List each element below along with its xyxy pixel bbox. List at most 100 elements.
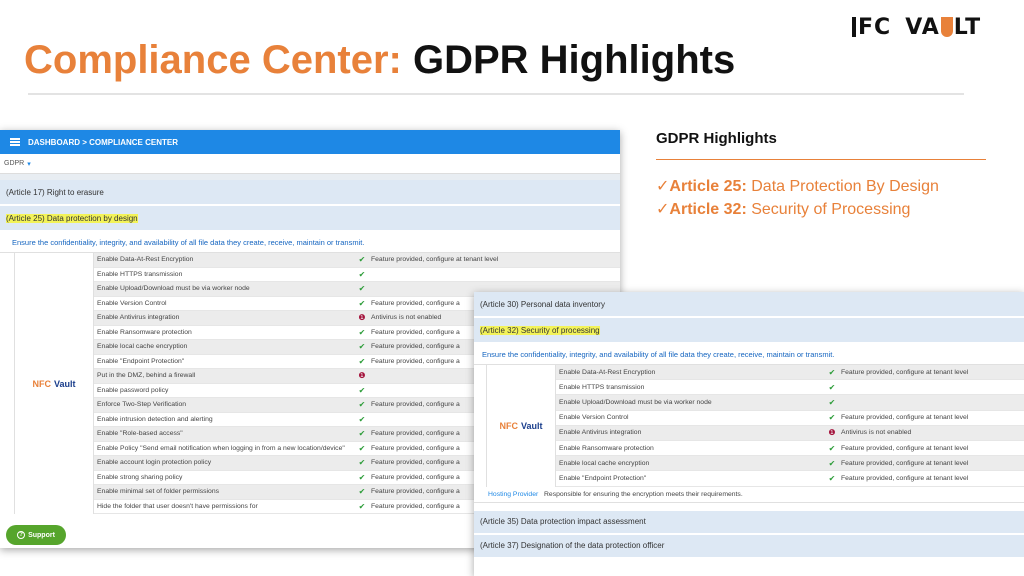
feature-name: Hide the folder that user doesn't have p… [97,502,258,510]
compliance-screenshot-article-32: (Article 30) Personal data inventory (Ar… [474,292,1024,576]
check-icon: ✔ [358,472,366,482]
highlights-panel: GDPR Highlights [656,130,986,147]
provider-text: Responsible for ensuring the encryption … [544,490,743,498]
check-icon: ✔ [828,367,836,377]
alert-icon: ❶ [358,371,366,381]
feature-name: Enable Version Control [97,299,167,307]
feature-name: Enable minimal set of folder permissions [97,488,220,496]
feature-note: Feature provided, configure a [371,430,460,438]
table-row: Enable Upload/Download must be via worke… [556,395,1024,411]
requirement-text: Ensure the confidentiality, integrity, a… [12,238,365,247]
check-icon: ✔ [828,382,836,392]
feature-note: Feature provided, configure a [371,502,460,510]
feature-name: Enable Antivirus integration [559,429,642,437]
feature-name: Put in the DMZ, behind a firewall [97,372,196,380]
support-button[interactable]: ? Support [6,525,66,545]
feature-note: Feature provided, configure a [371,444,460,452]
check-icon: ✔ [828,443,836,453]
feature-note: Feature provided, configure at tenant le… [371,256,499,264]
feature-name: Enable strong sharing policy [97,473,183,481]
check-icon: ✔ [358,269,366,279]
feature-name: Enable HTTPS transmission [97,270,183,278]
feature-name: Enable Upload/Download must be via worke… [97,285,250,293]
check-icon: ✔ [358,356,366,366]
table-row: Enable HTTPS transmission ✔ [94,268,620,282]
check-icon: ✔ [358,429,366,439]
feature-note: Feature provided, configure a [371,473,460,481]
feature-name: Enable HTTPS transmission [559,383,645,391]
feature-name: Enable Antivirus integration [97,314,180,322]
article-row-30[interactable]: (Article 30) Personal data inventory [474,292,1024,318]
provider-row: Hosting Provider Responsible for ensurin… [474,487,1024,503]
table-row: Enable Data-At-Rest Encryption ✔ Feature p… [556,365,1024,381]
title-divider [28,93,964,95]
feature-note: Feature provided, configure a [371,459,460,467]
alert-icon: ❶ [358,313,366,323]
feature-note: Feature provided, configure a [371,401,460,409]
check-icon: ✔ [358,255,366,265]
feature-note: Feature provided, configure a [371,488,460,496]
feature-note: Feature provided, configure at tenant le… [841,474,969,482]
feature-note: Feature provided, configure at tenant le… [841,368,969,376]
alert-icon: ❶ [828,428,836,438]
help-icon: ? [17,531,26,539]
logo-bar-icon [852,17,856,37]
menu-icon[interactable] [10,138,20,146]
feature-name: Enable "Role-based access" [97,430,183,438]
table-row: Enable "Endpoint Protection" ✔ Feature pro… [556,471,1024,487]
requirement-text: Ensure the confidentiality, integrity, a… [482,350,835,359]
panel-heading: GDPR Highlights [656,130,777,147]
feature-note: Feature provided, configure at tenant le… [841,459,969,467]
provider-name[interactable]: Hosting Provider [474,491,544,498]
feature-note: Antivirus is not enabled [371,314,442,322]
feature-table: NFC Vault Enable Data-At-Rest Encryption… [474,364,1024,487]
panel-divider [656,159,986,160]
feature-name: Enable Upload/Download must be via worke… [559,398,712,406]
check-icon: ✓ [656,201,670,218]
highlight-point: ✓Article 32: Security of Processing [656,201,911,218]
feature-name: Enable Ransomware protection [97,328,192,336]
check-icon: ✔ [358,414,366,424]
feature-note: Feature provided, configure at tenant le… [841,444,969,452]
feature-name: Enable intrusion detection and alerting [97,415,213,423]
article-row-35[interactable]: (Article 35) Data protection impact asse… [474,510,1024,535]
feature-name: Enable account login protection policy [97,459,212,467]
check-icon: ✔ [828,473,836,483]
table-row: Enable local cache encryption ✔ Feature pr… [556,456,1024,472]
check-icon: ✔ [358,487,366,497]
table-row: Enable Version Control ✔ Feature provided,… [556,411,1024,426]
check-icon: ✔ [358,443,366,453]
feature-name: Enable "Endpoint Protection" [559,474,647,482]
feature-name: Enable "Endpoint Protection" [97,357,185,365]
feature-note: Feature provided, configure a [371,328,460,336]
feature-name: Enforce Two-Step Verification [97,401,187,409]
feature-note: Feature provided, configure a [371,357,460,365]
breadcrumb[interactable]: DASHBOARD > COMPLIANCE CENTER [28,138,178,147]
check-icon: ✔ [358,342,366,352]
brand-cell: NFC Vault [486,365,556,487]
highlight-point: ✓Article 25: Data Protection By Design [656,178,939,195]
nfc-vault-logo: FC VA LT [852,12,1012,42]
article-row-17[interactable]: (Article 17) Right to erasure [0,180,620,206]
slide-title-accent: Compliance Center: [24,38,402,82]
check-icon: ✔ [358,298,366,308]
feature-name: Enable password policy [97,386,169,394]
feature-name: Enable Ransomware protection [559,444,654,452]
check-icon: ✓ [656,178,670,195]
article-row-25[interactable]: (Article 25) Data protection by design [0,206,620,232]
check-icon: ✔ [828,413,836,423]
regulation-dropdown[interactable]: GDPR ▾ [0,154,620,174]
table-row: Enable Data-At-Rest Encryption ✔ Feature p… [94,253,620,268]
check-icon: ✔ [828,397,836,407]
check-icon: ✔ [358,458,366,468]
highlight-points: ✓Article 25: Data Protection By Design ✓… [656,175,939,221]
check-icon: ✔ [358,385,366,395]
feature-note: Antivirus is not enabled [841,429,912,437]
article-row-37[interactable]: (Article 37) Designation of the data pro… [474,534,1024,559]
feature-name: Enable local cache encryption [97,343,188,351]
check-icon: ✔ [358,501,366,511]
check-icon: ✔ [828,458,836,468]
logo-shield-icon [940,17,953,37]
article-row-32[interactable]: (Article 32) Security of processing [474,318,1024,344]
caret-down-icon: ▾ [27,160,31,168]
